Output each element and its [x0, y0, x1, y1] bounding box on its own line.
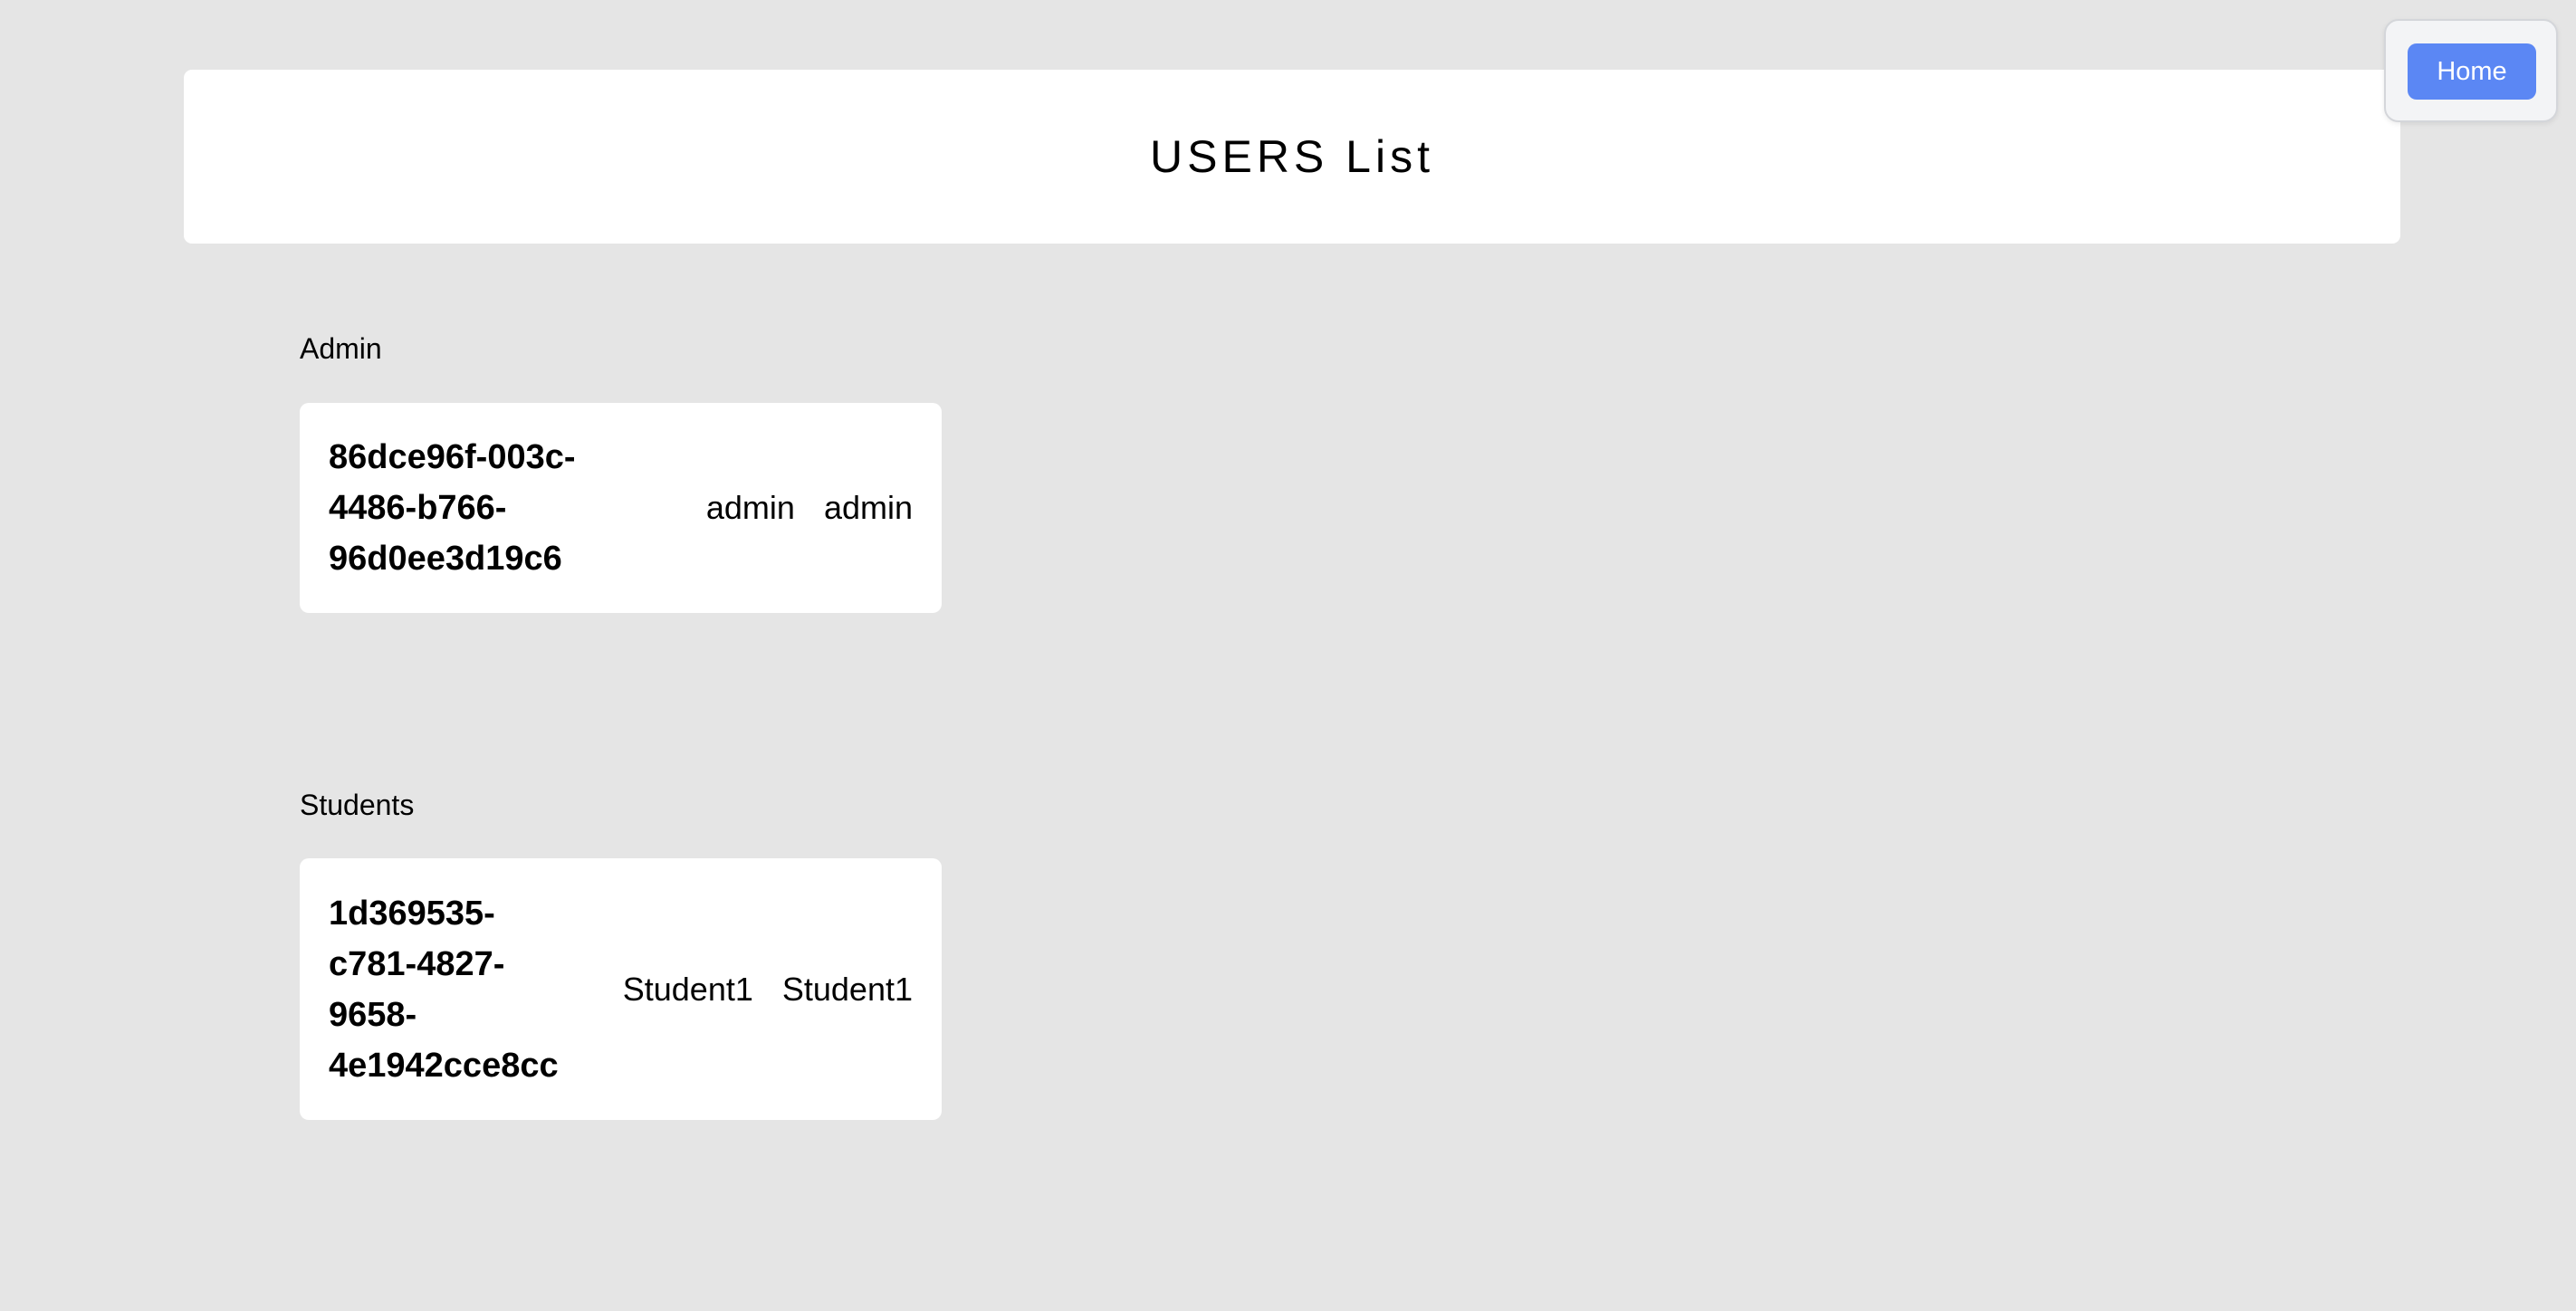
- user-id-line: 96d0ee3d19c6: [329, 540, 562, 578]
- user-fields: Student1 Student1: [623, 971, 913, 1009]
- user-field-username: admin: [705, 489, 795, 526]
- home-panel: Home: [2384, 19, 2558, 122]
- home-button[interactable]: Home: [2408, 43, 2536, 100]
- user-id: 1d369535- c781-4827- 9658- 4e1942cce8cc: [329, 888, 623, 1091]
- user-card-student[interactable]: 1d369535- c781-4827- 9658- 4e1942cce8cc …: [300, 858, 942, 1120]
- user-id-line: 9658-: [329, 995, 417, 1034]
- user-field-username: Student1: [622, 970, 753, 1008]
- user-id-line: 4486-b766-: [329, 489, 507, 527]
- page-header: USERS List: [184, 70, 2400, 244]
- user-card-admin[interactable]: 86dce96f-003c- 4486-b766- 96d0ee3d19c6 a…: [300, 403, 942, 613]
- user-id-line: c781-4827-: [329, 944, 505, 983]
- user-id-line: 1d369535-: [329, 894, 495, 933]
- user-fields: admin admin: [706, 489, 913, 527]
- section-label-students: Students: [300, 789, 415, 821]
- user-id: 86dce96f-003c- 4486-b766- 96d0ee3d19c6: [329, 432, 627, 584]
- section-label-admin: Admin: [300, 332, 382, 365]
- user-id-line: 4e1942cce8cc: [329, 1046, 559, 1085]
- users-page: USERS List Home Admin 86dce96f-003c- 448…: [0, 0, 2576, 1311]
- user-field-password: admin: [823, 489, 913, 526]
- page-title: USERS List: [1150, 131, 1434, 182]
- user-id-line: 86dce96f-003c-: [329, 438, 576, 476]
- user-field-password: Student1: [781, 970, 913, 1008]
